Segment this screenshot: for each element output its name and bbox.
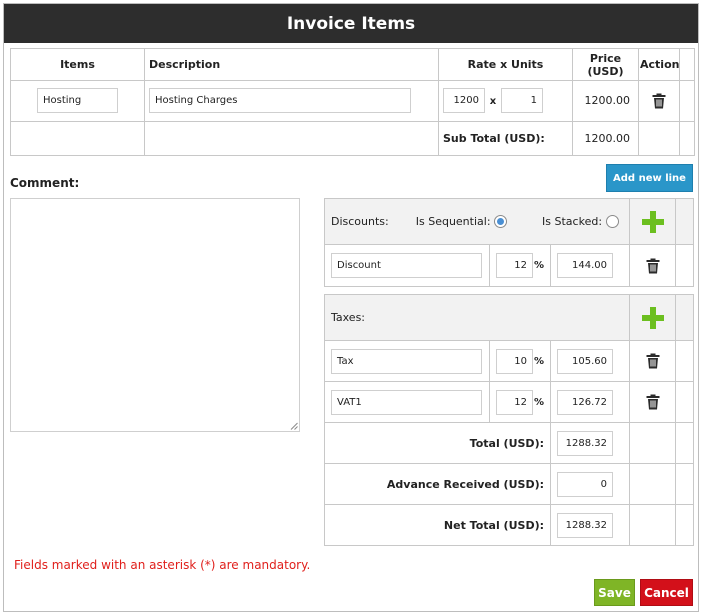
mandatory-note: Fields marked with an asterisk (*) are m… [14,558,311,572]
items-header-row: Items Description Rate x Units Price (US… [10,47,695,82]
comment-label: Comment: [10,176,80,190]
advance-row: Advance Received (USD): 0 [324,463,694,505]
taxes-header-row: Taxes: [324,294,694,341]
net-total-row: Net Total (USD): 1288.32 [324,504,694,546]
plus-icon[interactable] [641,210,665,234]
percent-sign: % [533,260,544,271]
invoice-items-panel: Invoice Items Items Description Rate x U… [3,3,699,612]
subtotal-row: Sub Total (USD): 1200.00 [10,120,695,157]
header-price: Price (USD) [572,47,639,82]
sequential-label: Is Sequential: [415,214,491,228]
header-action: Action [638,47,680,82]
add-new-line-button[interactable]: Add new line [606,164,693,192]
trash-icon[interactable] [646,258,660,274]
total-row: Total (USD): 1288.32 [324,422,694,464]
discounts-header-row: Discounts: Is Sequential: Is Stacked: [323,198,695,245]
table-row: Hosting Hosting Charges 1200 x 1 1200.00 [10,80,695,122]
net-total-label: Net Total (USD): [324,504,551,546]
trash-icon[interactable] [646,394,660,410]
comment-textarea[interactable] [10,198,300,432]
stacked-radio[interactable] [605,215,619,229]
discount-percent-input[interactable]: 12 [496,253,533,278]
item-name-input[interactable]: Hosting [37,88,118,114]
tax-name-input[interactable]: VAT1 [331,389,482,415]
discounts-table: Discounts: Is Sequential: Is Stacked: Di… [323,198,695,287]
tax-percent-input[interactable]: 12 [496,389,533,415]
stacked-label: Is Stacked: [542,214,603,228]
item-description-input[interactable]: Hosting Charges [149,88,411,114]
percent-sign: % [533,355,544,367]
discount-amount-input[interactable]: 144.00 [557,253,613,278]
discount-name-input[interactable]: Discount [331,253,482,278]
tax-row: Tax 10 % 105.60 [324,340,694,382]
taxes-label: Taxes: [324,294,630,341]
percent-sign: % [533,396,544,408]
discount-row: Discount 12 % 144.00 [324,244,695,287]
discounts-label: Discounts: [331,214,389,228]
tax-row: VAT1 12 % 126.72 [324,381,694,423]
total-label: Total (USD): [324,422,551,464]
cancel-button[interactable]: Cancel [640,579,693,606]
trash-icon[interactable] [646,353,660,369]
trash-icon[interactable] [652,93,666,109]
resize-grip-icon[interactable] [290,422,298,430]
times-sign: x [489,95,497,107]
taxes-table: Taxes: Tax 10 % 105.60 VAT1 12 % 126.72 … [324,294,694,546]
subtotal-label: Sub Total (USD): [438,120,573,157]
rate-input[interactable]: 1200 [443,88,485,114]
sequential-radio[interactable] [494,215,508,229]
item-price: 1200.00 [572,80,639,122]
header-description: Description [144,47,439,82]
header-rate-units: Rate x Units [438,47,573,82]
tax-name-input[interactable]: Tax [331,348,482,374]
units-input[interactable]: 1 [501,88,543,114]
tax-percent-input[interactable]: 10 [496,348,533,374]
page-title: Invoice Items [4,4,698,43]
advance-input[interactable]: 0 [557,471,613,497]
invoice-items-table: Items Description Rate x Units Price (US… [10,47,695,157]
net-total-value: 1288.32 [557,512,613,538]
total-value: 1288.32 [557,430,613,456]
subtotal-value: 1200.00 [572,120,639,157]
save-button[interactable]: Save [594,579,635,606]
tax-amount-input[interactable]: 126.72 [557,389,613,415]
tax-amount-input[interactable]: 105.60 [557,348,613,374]
header-items: Items [10,47,145,82]
plus-icon[interactable] [641,306,665,330]
advance-label: Advance Received (USD): [324,463,551,505]
